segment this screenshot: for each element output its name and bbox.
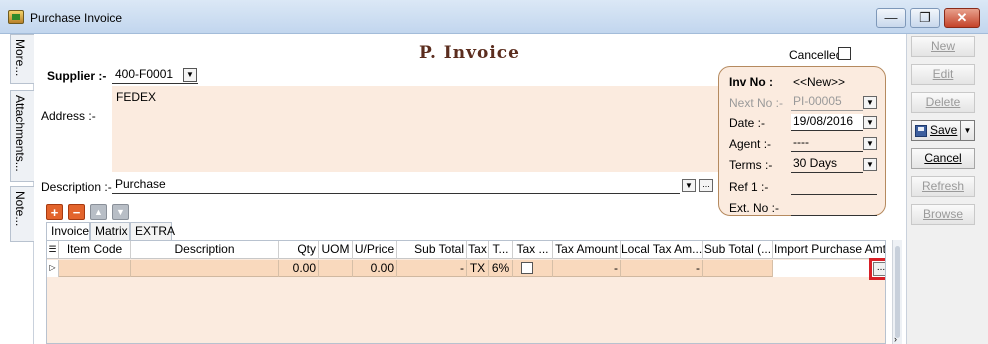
- address-label: Address :-: [41, 109, 96, 123]
- agent-label: Agent :-: [729, 137, 772, 151]
- cancel-button[interactable]: Cancel: [911, 148, 975, 169]
- cell-tax[interactable]: TX: [467, 260, 489, 277]
- date-field[interactable]: 19/08/2016: [791, 114, 863, 131]
- action-panel: New Edit Delete Save ▼ Cancel Refresh Br…: [906, 34, 988, 344]
- cell-uom[interactable]: [319, 260, 353, 277]
- col-subtotal-tax[interactable]: Sub Total (...: [703, 241, 773, 259]
- scrollbar-thumb[interactable]: [895, 246, 900, 338]
- tax-inclusive-checkbox[interactable]: [521, 262, 533, 274]
- row-indicator-icon: ▷: [47, 260, 59, 277]
- scroll-right-icon[interactable]: ›: [894, 334, 897, 344]
- col-uprice[interactable]: U/Price: [353, 241, 397, 259]
- window-title: Purchase Invoice: [30, 11, 123, 25]
- col-description[interactable]: Description: [131, 241, 279, 259]
- maximize-button[interactable]: ❐: [910, 8, 940, 28]
- col-subtotal[interactable]: Sub Total: [397, 241, 467, 259]
- inv-no-label: Inv No :: [729, 75, 773, 89]
- col-uom[interactable]: UOM: [319, 241, 353, 259]
- invoice-header-panel: Inv No : <<New>> Next No :- PI-00005 ▼ D…: [718, 66, 886, 216]
- col-tax[interactable]: Tax: [467, 241, 489, 259]
- description-more-icon[interactable]: ...: [699, 179, 713, 192]
- terms-dropdown-icon[interactable]: ▼: [863, 158, 877, 171]
- date-label: Date :-: [729, 116, 766, 130]
- side-tab-attachments-label: Attachments...: [13, 95, 27, 172]
- move-up-button[interactable]: ▲: [90, 204, 107, 220]
- next-no-field[interactable]: PI-00005: [791, 94, 863, 111]
- side-tab-more[interactable]: More...: [10, 34, 34, 84]
- ref1-label: Ref 1 :-: [729, 180, 769, 194]
- side-tab-strip: More... Attachments... Note...: [0, 34, 34, 344]
- add-row-button[interactable]: +: [46, 204, 63, 220]
- tab-matrix[interactable]: Matrix: [90, 222, 130, 240]
- save-button[interactable]: Save: [911, 120, 961, 141]
- col-import-purchase-amt[interactable]: Import Purchase Amt: [773, 241, 885, 259]
- tab-invoice[interactable]: Invoice: [46, 222, 90, 240]
- col-qty[interactable]: Qty: [279, 241, 319, 259]
- browse-button[interactable]: Browse: [911, 204, 975, 225]
- cell-subtotal[interactable]: -: [397, 260, 467, 277]
- agent-dropdown-icon[interactable]: ▼: [863, 137, 877, 150]
- inv-no-value: <<New>>: [793, 75, 846, 89]
- app-icon: [8, 10, 24, 24]
- edit-button[interactable]: Edit: [911, 64, 975, 85]
- save-options-dropdown-icon[interactable]: ▼: [961, 120, 975, 141]
- col-tax-rate[interactable]: T...: [489, 241, 513, 259]
- cell-tax-amount[interactable]: -: [553, 260, 621, 277]
- cancelled-label: Cancelled: [789, 48, 843, 62]
- next-no-dropdown-icon[interactable]: ▼: [863, 96, 877, 109]
- cell-description[interactable]: [131, 260, 279, 277]
- agent-field[interactable]: ----: [791, 135, 863, 152]
- side-tab-note-label: Note...: [13, 191, 27, 227]
- minimize-button[interactable]: —: [876, 8, 906, 28]
- cancelled-checkbox[interactable]: [838, 47, 851, 60]
- tab-extra[interactable]: EXTRA: [130, 222, 175, 240]
- new-button[interactable]: New: [911, 36, 975, 57]
- cell-subtotal-tax[interactable]: [703, 260, 773, 277]
- move-down-button[interactable]: ▼: [112, 204, 129, 220]
- ext-no-field[interactable]: [791, 199, 877, 216]
- column-chooser-icon[interactable]: ☰: [47, 241, 59, 259]
- cell-item-code[interactable]: [59, 260, 131, 277]
- date-dropdown-icon[interactable]: ▼: [863, 116, 877, 129]
- highlight-box: [869, 258, 885, 280]
- title-bar: Purchase Invoice — ❐ ✕: [0, 0, 988, 34]
- cell-tax-rate[interactable]: 6%: [489, 260, 513, 277]
- page-title: P. Invoice: [419, 43, 520, 63]
- delete-button[interactable]: Delete: [911, 92, 975, 113]
- ref1-field[interactable]: [791, 178, 877, 195]
- terms-label: Terms :-: [729, 158, 773, 172]
- supplier-name: FEDEX: [116, 90, 157, 104]
- close-button[interactable]: ✕: [944, 8, 980, 28]
- terms-field[interactable]: 30 Days: [791, 156, 863, 173]
- save-label: Save: [930, 123, 958, 137]
- side-tab-note[interactable]: Note...: [10, 186, 34, 242]
- save-split-button: Save ▼: [911, 120, 975, 141]
- next-no-label: Next No :-: [729, 96, 784, 110]
- description-field[interactable]: Purchase: [112, 177, 680, 194]
- col-item-code[interactable]: Item Code: [59, 241, 131, 259]
- cell-local-tax-amount[interactable]: -: [621, 260, 703, 277]
- supplier-dropdown-icon[interactable]: ▼: [183, 68, 197, 82]
- floppy-disk-icon: [915, 125, 927, 137]
- description-label: Description :-: [41, 180, 112, 194]
- grid-header: ☰ Item Code Description Qty UOM U/Price …: [47, 241, 885, 259]
- vertical-scrollbar[interactable]: ›: [892, 240, 902, 344]
- delete-row-button[interactable]: −: [68, 204, 85, 220]
- refresh-button[interactable]: Refresh: [911, 176, 975, 197]
- col-local-tax-amount[interactable]: Local Tax Am...: [621, 241, 703, 259]
- invoice-form: P. Invoice Cancelled Supplier :- 400-F00…: [34, 34, 906, 344]
- side-tab-more-label: More...: [13, 39, 27, 77]
- cell-tax-inclusive[interactable]: [513, 260, 553, 277]
- description-dropdown-icon[interactable]: ▼: [682, 179, 696, 192]
- cell-uprice[interactable]: 0.00: [353, 260, 397, 277]
- table-row[interactable]: ▷ 0.00 0.00 - TX 6% - -: [47, 260, 885, 277]
- supplier-label: Supplier :-: [47, 69, 107, 83]
- side-tab-attachments[interactable]: Attachments...: [10, 90, 34, 182]
- address-box[interactable]: FEDEX: [112, 86, 720, 172]
- detail-grid[interactable]: ☰ Item Code Description Qty UOM U/Price …: [46, 240, 886, 344]
- cell-qty[interactable]: 0.00: [279, 260, 319, 277]
- col-tax-amount[interactable]: Tax Amount: [553, 241, 621, 259]
- ext-no-label: Ext. No :-: [729, 201, 780, 215]
- col-tax-inclusive[interactable]: Tax ...: [513, 241, 553, 259]
